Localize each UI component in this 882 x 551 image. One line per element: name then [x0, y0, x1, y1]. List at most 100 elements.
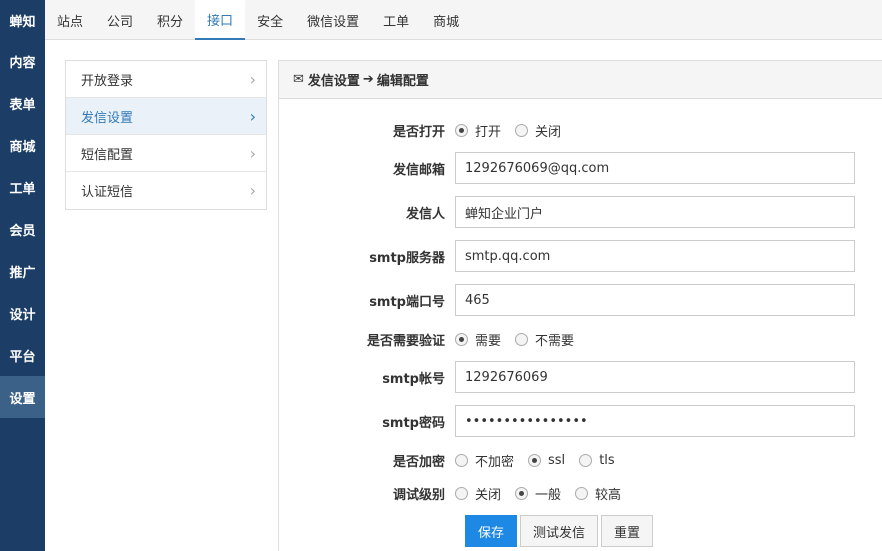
- auth-radio-group: 需要 不需要: [455, 330, 588, 349]
- radio-label: tls: [599, 452, 615, 468]
- smtp-port-row: smtp端口号: [279, 284, 855, 316]
- auth-label: 是否需要验证: [366, 333, 445, 349]
- debug-radio-high[interactable]: 较高: [575, 484, 621, 503]
- radio-label: 需要: [475, 333, 502, 349]
- left-nav-tickets[interactable]: 工单: [0, 166, 45, 208]
- side-menu-label: 认证短信: [81, 185, 134, 200]
- smtp-port-label: smtp端口号: [369, 294, 445, 310]
- smtp-password-input[interactable]: [455, 405, 855, 437]
- smtp-server-input[interactable]: [455, 240, 855, 272]
- reset-button[interactable]: 重置: [601, 515, 654, 547]
- side-menu-label: 开放登录: [81, 73, 134, 89]
- debug-radio-normal[interactable]: 一般: [515, 484, 561, 503]
- smtp-server-row: smtp服务器: [279, 240, 855, 272]
- smtp-account-row: smtp帐号: [279, 361, 855, 393]
- debug-label: 调试级别: [392, 487, 445, 503]
- chevron-right-icon: ›: [249, 69, 256, 89]
- chevron-right-icon: ›: [249, 143, 256, 163]
- radio-label: 关闭: [475, 487, 502, 503]
- panel-title-section: 发信设置: [307, 74, 360, 89]
- tab-score[interactable]: 积分: [145, 0, 195, 40]
- brand-logo[interactable]: 蝉知: [0, 0, 45, 40]
- arrow-right-icon: ➔: [362, 72, 374, 87]
- smtp-port-input[interactable]: [455, 284, 855, 316]
- main-content: 开放登录 › 发信设置 › 短信配置 › 认证短信 › ✉ 发信设置 ➔ 编辑配…: [45, 40, 882, 551]
- chevron-right-icon: ›: [249, 106, 256, 126]
- top-nav: 站点 公司 积分 接口 安全 微信设置 工单 商城: [45, 0, 882, 40]
- radio-dot[interactable]: [455, 123, 468, 137]
- encryption-label: 是否加密: [392, 454, 445, 470]
- email-input[interactable]: [455, 152, 855, 184]
- debug-radio-off[interactable]: 关闭: [455, 484, 501, 503]
- smtp-server-label: smtp服务器: [369, 250, 445, 266]
- save-button[interactable]: 保存: [465, 515, 518, 547]
- enable-radio-off[interactable]: 关闭: [515, 121, 561, 140]
- radio-dot[interactable]: [528, 453, 542, 467]
- radio-dot[interactable]: [515, 332, 529, 346]
- smtp-account-input[interactable]: [455, 361, 855, 393]
- encryption-radio-group: 不加密 ssl tls: [455, 451, 629, 470]
- tab-interface[interactable]: 接口: [195, 0, 246, 40]
- tab-site[interactable]: 站点: [45, 0, 95, 40]
- sender-row: 发信人: [279, 196, 855, 228]
- side-menu-oauth[interactable]: 开放登录 ›: [66, 61, 266, 98]
- left-nav-settings[interactable]: 设置: [0, 376, 45, 418]
- test-send-button[interactable]: 测试发信: [520, 515, 599, 547]
- left-nav-shop[interactable]: 商城: [0, 124, 45, 166]
- enable-radio-on[interactable]: 打开: [455, 121, 501, 140]
- tab-security[interactable]: 安全: [245, 0, 295, 40]
- side-menu: 开放登录 › 发信设置 › 短信配置 › 认证短信 ›: [65, 60, 267, 210]
- email-label: 发信邮箱: [392, 162, 445, 178]
- smtp-account-label: smtp帐号: [382, 371, 445, 387]
- panel-title-action: 编辑配置: [376, 74, 429, 89]
- radio-dot[interactable]: [455, 453, 468, 467]
- radio-label: 一般: [535, 487, 562, 503]
- encryption-radio-ssl[interactable]: ssl: [528, 453, 565, 468]
- left-nav-forms[interactable]: 表单: [0, 82, 45, 124]
- form-buttons: 保存 测试发信 重置: [465, 515, 656, 547]
- enable-row: 是否打开 打开 关闭: [279, 119, 575, 141]
- enable-label: 是否打开: [392, 124, 445, 140]
- left-nav-platform[interactable]: 平台: [0, 334, 45, 376]
- radio-dot[interactable]: [579, 453, 593, 467]
- radio-dot[interactable]: [515, 486, 529, 500]
- smtp-password-row: smtp密码: [279, 405, 855, 437]
- sender-label: 发信人: [405, 206, 445, 222]
- auth-radio-required[interactable]: 需要: [455, 330, 501, 349]
- left-nav-members[interactable]: 会员: [0, 208, 45, 250]
- tab-company[interactable]: 公司: [95, 0, 145, 40]
- panel-header: ✉ 发信设置 ➔ 编辑配置: [279, 61, 882, 99]
- left-nav-content[interactable]: 内容: [0, 40, 45, 82]
- radio-label: 不需要: [535, 333, 575, 349]
- envelope-icon: ✉: [293, 72, 304, 87]
- tab-shop[interactable]: 商城: [421, 0, 471, 40]
- radio-dot[interactable]: [455, 486, 468, 500]
- left-nav: 蝉知 内容 表单 商城 工单 会员 推广 设计 平台 设置: [0, 0, 45, 551]
- smtp-password-label: smtp密码: [382, 415, 445, 431]
- auth-radio-not-required[interactable]: 不需要: [515, 330, 574, 349]
- side-menu-sms[interactable]: 短信配置 ›: [66, 135, 266, 172]
- left-nav-design[interactable]: 设计: [0, 292, 45, 334]
- email-row: 发信邮箱: [279, 152, 855, 184]
- sender-input[interactable]: [455, 196, 855, 228]
- left-nav-promotion[interactable]: 推广: [0, 250, 45, 292]
- radio-label: 打开: [475, 124, 502, 140]
- radio-dot[interactable]: [455, 332, 468, 346]
- enable-radio-group: 打开 关闭: [455, 121, 575, 140]
- encryption-row: 是否加密 不加密 ssl tls: [279, 449, 629, 471]
- radio-dot[interactable]: [515, 123, 529, 137]
- radio-dot[interactable]: [575, 486, 589, 500]
- encryption-radio-tls[interactable]: tls: [579, 452, 615, 468]
- tab-tickets[interactable]: 工单: [371, 0, 421, 40]
- auth-row: 是否需要验证 需要 不需要: [279, 328, 588, 350]
- side-menu-auth-sms[interactable]: 认证短信 ›: [66, 172, 266, 209]
- radio-label: ssl: [548, 452, 566, 468]
- mail-settings-panel: ✉ 发信设置 ➔ 编辑配置 是否打开 打开 关闭 发信邮箱 发信人 smtp服务…: [278, 60, 882, 551]
- radio-label: 关闭: [535, 124, 562, 140]
- debug-row: 调试级别 关闭 一般 较高: [279, 482, 635, 504]
- encryption-radio-none[interactable]: 不加密: [455, 451, 514, 470]
- side-menu-label: 发信设置: [81, 110, 134, 126]
- tab-wechat[interactable]: 微信设置: [295, 0, 371, 40]
- debug-radio-group: 关闭 一般 较高: [455, 484, 635, 503]
- side-menu-mail[interactable]: 发信设置 ›: [66, 98, 266, 135]
